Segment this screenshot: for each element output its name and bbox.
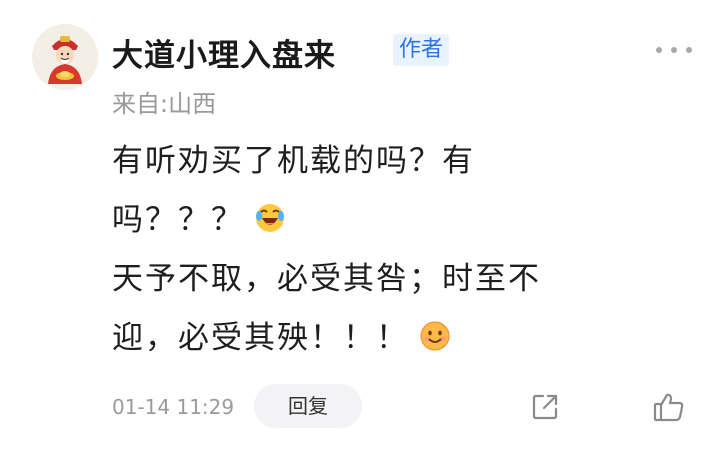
comment-line: 迎，必受其殃！！！ bbox=[112, 309, 652, 368]
comment-line: 天予不取，必受其咎；时至不 bbox=[112, 261, 541, 297]
more-dots-icon[interactable] bbox=[656, 40, 692, 60]
reply-button[interactable]: 回复 bbox=[254, 384, 362, 428]
author-badge: 作者 bbox=[393, 34, 450, 66]
comment-line: 有听劝买了机载的吗？有 bbox=[112, 143, 475, 179]
comment-line: 吗？？？ bbox=[112, 191, 652, 250]
author-name[interactable]: 大道小理入盘来 bbox=[112, 30, 336, 75]
laughing-crying-emoji-icon bbox=[254, 195, 286, 232]
thumbs-up-icon[interactable] bbox=[652, 390, 686, 424]
comment-location: 来自:山西 bbox=[112, 90, 217, 118]
smiling-emoji-icon bbox=[419, 313, 451, 351]
comment-body: 有听劝买了机载的吗？有 吗？？？ 天予不取，必受其咎；时至不 迎，必受其殃！！！ bbox=[112, 132, 652, 368]
avatar[interactable] bbox=[32, 24, 98, 90]
share-icon[interactable] bbox=[530, 392, 560, 422]
comment-timestamp: 01-14 11:29 bbox=[112, 395, 235, 419]
